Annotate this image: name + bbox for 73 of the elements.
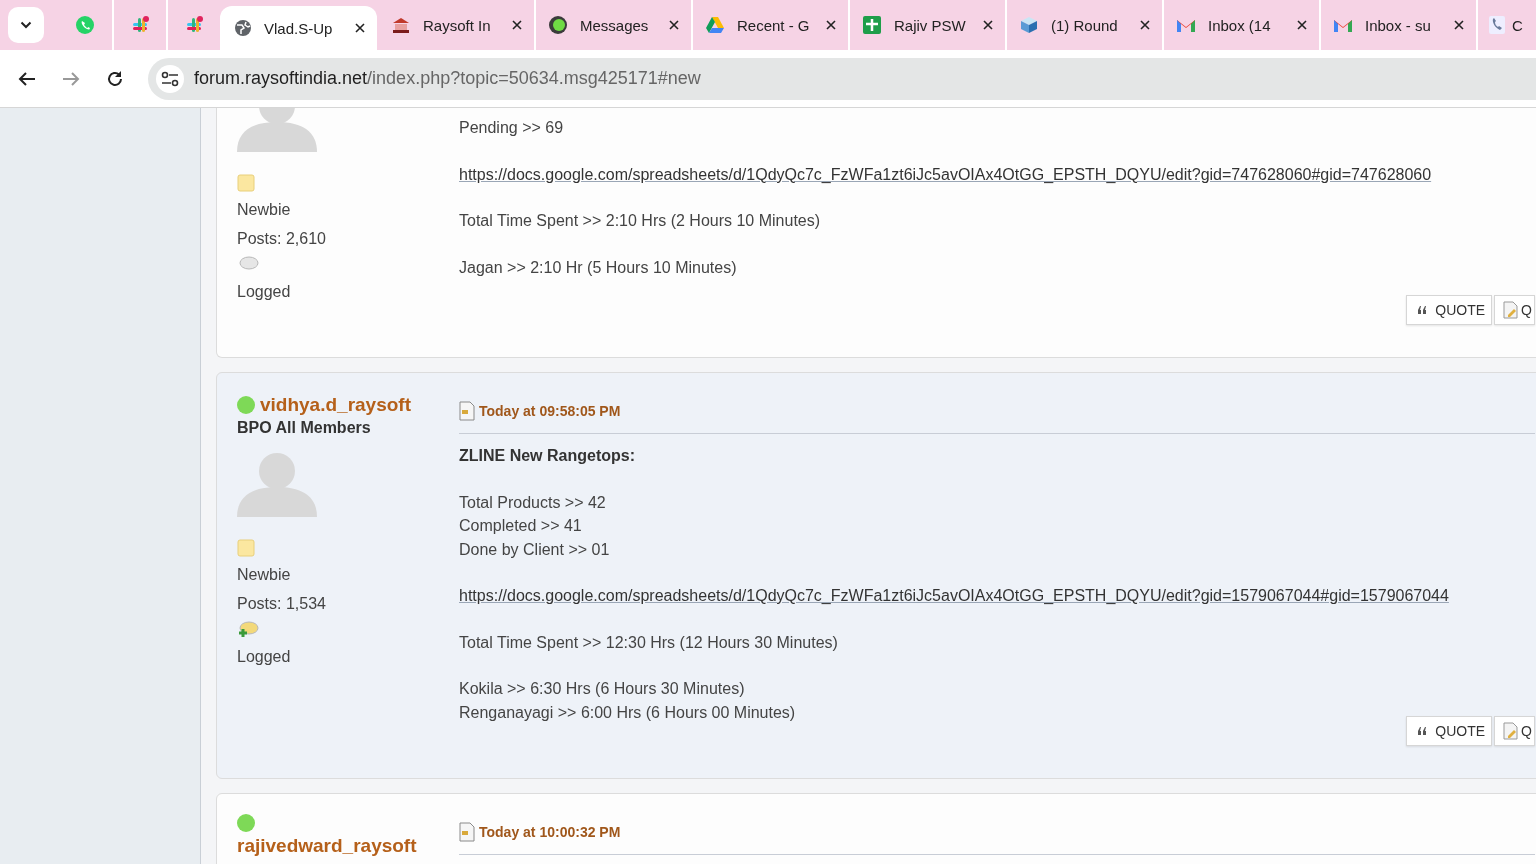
member-rank: Newbie bbox=[237, 565, 291, 585]
site-settings-icon[interactable] bbox=[161, 70, 179, 87]
username-link[interactable]: vidhya.d_raysoft bbox=[260, 393, 411, 417]
spreadsheet-link[interactable]: https://docs.google.com/spreadsheets/d/1QdyQc7c_FzWFa1zt6iJc5avOIAx4OtGG_EPSTH_DQYU/edit?gid=1579067044#gid=1579067044 bbox=[459, 584, 1449, 608]
circle-logo-icon bbox=[548, 15, 568, 35]
edit-document-icon bbox=[1503, 301, 1520, 319]
mail-logo-icon bbox=[1333, 17, 1353, 33]
tab-title: Inbox - su bbox=[1365, 16, 1432, 34]
quick-edit-button[interactable]: Q bbox=[1494, 295, 1535, 325]
address-bar[interactable]: forum.raysoftindia.net/index.php?topic=50634.msg425171#new bbox=[148, 57, 1536, 100]
mail-logo-icon bbox=[1176, 17, 1196, 33]
post-text-line: Pending >> 69 bbox=[459, 118, 565, 138]
member-group: BPO All Members bbox=[237, 419, 371, 437]
post-heading: ZLINE New Rangetops: bbox=[459, 446, 636, 466]
close-icon[interactable] bbox=[983, 20, 993, 30]
tab-title: Recent - G bbox=[737, 16, 811, 34]
tab-title: Inbox (14 bbox=[1208, 16, 1272, 34]
close-icon[interactable] bbox=[826, 20, 836, 30]
post-text-line: Completed >> 41 bbox=[459, 516, 583, 536]
tab-title: Messages bbox=[580, 16, 650, 34]
quote-button[interactable]: QUOTE bbox=[1406, 716, 1493, 746]
close-icon[interactable] bbox=[355, 23, 365, 33]
quote-mark-icon bbox=[1417, 727, 1428, 735]
close-icon[interactable] bbox=[669, 20, 679, 30]
speech-bubble-icon[interactable] bbox=[237, 621, 259, 639]
triangle-logo-icon bbox=[705, 16, 725, 34]
browser-tab[interactable]: Raysoft In bbox=[377, 0, 534, 50]
document-icon bbox=[459, 401, 475, 421]
reload-icon[interactable] bbox=[106, 69, 124, 88]
tab-search-button[interactable] bbox=[8, 7, 44, 43]
spreadsheet-link[interactable]: https://docs.google.com/spreadsheets/d/1QdyQc7c_FzWFa1zt6iJc5avOIAx4OtGG_EPSTH_DQYU/edit?gid=747628060#gid=747628060 bbox=[459, 162, 1432, 186]
post-text-line: Total Products >> 42 bbox=[459, 492, 607, 513]
post-date: Today at 09:58:05 PM bbox=[479, 403, 621, 419]
post-text-line: Total Time Spent >> 12:30 Hrs (12 Hours 30 Minutes) bbox=[459, 632, 839, 653]
post-text-line: Kokila >> 6:30 Hrs (6 Hours 30 Minutes) bbox=[459, 679, 746, 699]
quick-edit-button[interactable]: Q bbox=[1494, 716, 1535, 746]
username-link[interactable]: rajivedward_raysoft bbox=[237, 834, 417, 858]
tab-title: Raysoft In bbox=[423, 16, 492, 34]
quote-mark-icon bbox=[1417, 306, 1428, 314]
tab-title: Vlad.S-Up bbox=[264, 19, 334, 37]
close-icon[interactable] bbox=[1454, 20, 1464, 30]
forward-icon[interactable] bbox=[62, 70, 80, 87]
post-text-line: Jagan >> 2:10 Hr (5 Hours 10 Minutes) bbox=[459, 257, 738, 278]
post-text-line: Total Time Spent >> 2:10 Hrs (2 Hours 10 Minutes) bbox=[459, 211, 822, 231]
school-logo-icon bbox=[391, 15, 411, 35]
logged-label: Logged bbox=[237, 282, 291, 302]
post-count: Posts: 1,534 bbox=[237, 594, 326, 614]
phone-icon bbox=[1488, 15, 1506, 35]
post-count: Posts: 2,610 bbox=[237, 229, 326, 249]
hash-logo-icon bbox=[184, 15, 204, 35]
url-text: forum.raysoftindia.net/index.php?topic=50634.msg425171#new bbox=[194, 68, 701, 89]
post-date: Today at 10:00:32 PM bbox=[479, 824, 621, 840]
close-icon[interactable] bbox=[512, 20, 522, 30]
browser-tab[interactable]: Vlad.S-Up bbox=[220, 6, 377, 50]
back-icon[interactable] bbox=[18, 70, 36, 87]
quote-button[interactable]: QUOTE bbox=[1406, 295, 1493, 325]
post-text-line: Done by Client >> 01 bbox=[459, 539, 611, 560]
chat-bubble-icon bbox=[75, 15, 95, 35]
globe-icon bbox=[234, 19, 252, 37]
cube-icon bbox=[1019, 15, 1039, 35]
edit-document-icon bbox=[1503, 722, 1520, 740]
logged-label: Logged bbox=[237, 647, 291, 667]
close-icon[interactable] bbox=[1140, 20, 1150, 30]
post-text-line: Renganayagi >> 6:00 Hrs (6 Hours 00 Minutes) bbox=[459, 702, 797, 723]
tab-title: Rajiv PSW bbox=[894, 16, 967, 34]
spreadsheet-icon bbox=[862, 15, 882, 35]
hash-logo-icon bbox=[130, 15, 150, 35]
tab-title: C bbox=[1512, 16, 1523, 34]
close-icon[interactable] bbox=[1297, 20, 1307, 30]
chevron-down-icon bbox=[20, 21, 32, 29]
member-rank: Newbie bbox=[237, 200, 291, 220]
tab-title: (1) Round bbox=[1051, 16, 1119, 34]
document-icon bbox=[459, 822, 475, 842]
